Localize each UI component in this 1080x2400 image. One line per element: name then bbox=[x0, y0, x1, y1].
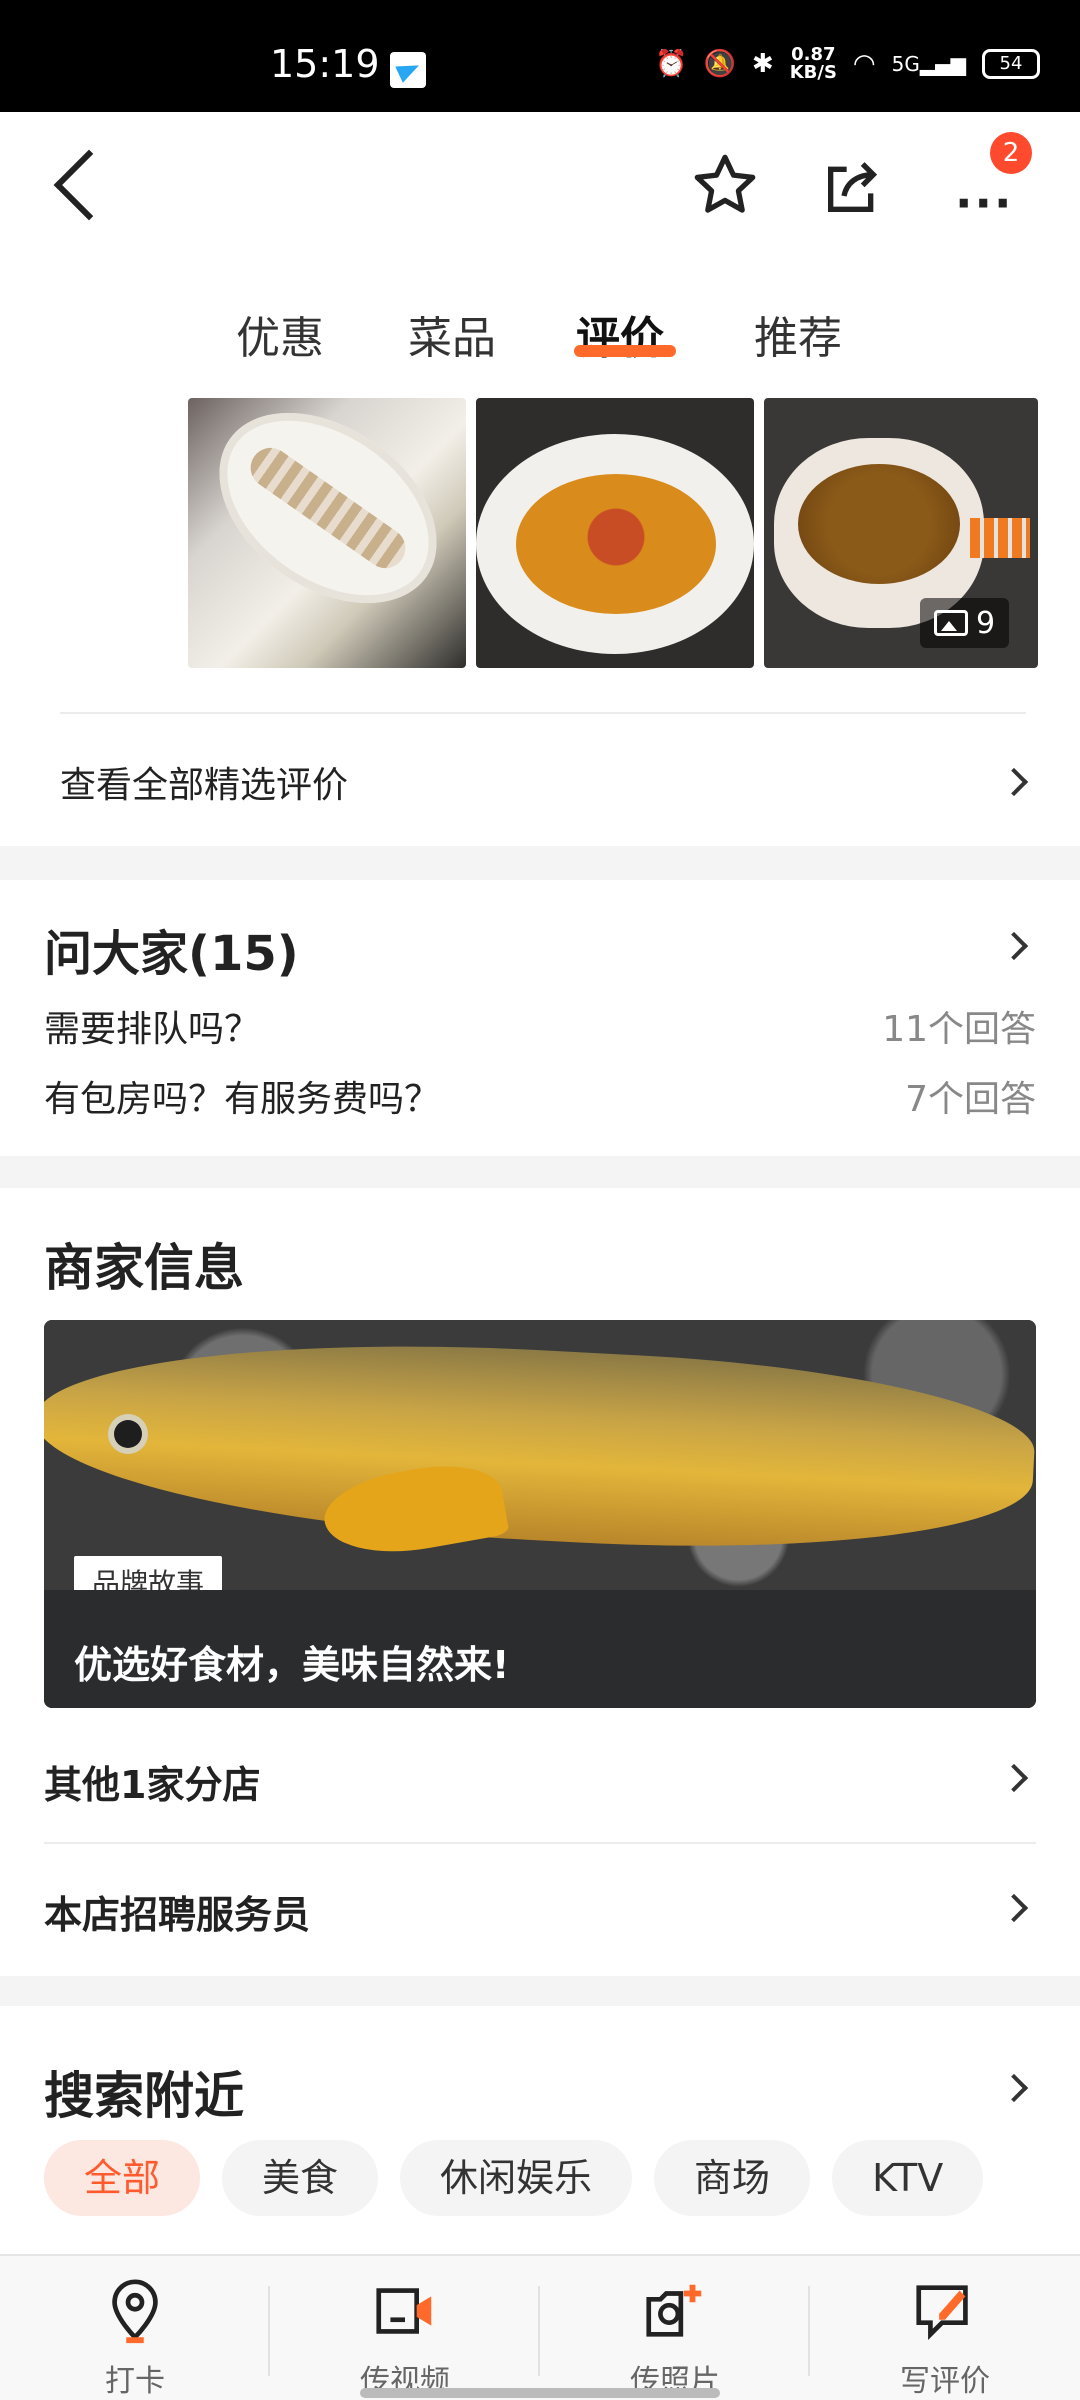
answer-count[interactable]: 7个回答 bbox=[905, 1070, 1036, 1122]
location-pin-icon bbox=[112, 2279, 158, 2344]
chevron-right-icon[interactable] bbox=[999, 767, 1029, 797]
bluetooth-icon: ✱ bbox=[751, 49, 774, 79]
write-review-icon bbox=[916, 2285, 968, 2340]
review-photo[interactable] bbox=[476, 398, 754, 668]
nearby-title: 搜索附近 bbox=[44, 2067, 244, 2125]
merchant-section: 商家信息 品牌故事 优选好食材，美味自然来! 其他1家分店 本店招聘服务员 bbox=[0, 1188, 1080, 1976]
video-icon bbox=[376, 2288, 432, 2334]
chip-ktv[interactable]: KTV bbox=[832, 2140, 984, 2216]
nearby-section: 搜索附近 全部 美食 休闲娱乐 商场 KTV bbox=[0, 2006, 1080, 2256]
home-indicator[interactable] bbox=[360, 2388, 720, 2398]
question-text[interactable]: 有包房吗？有服务费吗？ bbox=[44, 1070, 440, 1122]
network-speed: 0.87 KB/S bbox=[790, 46, 837, 82]
chevron-right-icon[interactable] bbox=[999, 1763, 1029, 1793]
status-bar: 15:19 ⏰ 🔕 ✱ 0.87 KB/S ◠ 5G▂▄▆ 54 bbox=[0, 0, 1080, 112]
chip-mall[interactable]: 商场 bbox=[654, 2140, 811, 2216]
tab-discount[interactable]: 优惠 bbox=[236, 302, 324, 366]
question-text[interactable]: 需要排队吗？ bbox=[44, 1000, 260, 1052]
review-section: 9 查看全部精选评价 bbox=[0, 394, 1080, 846]
photo-dish bbox=[476, 434, 754, 654]
fish-image bbox=[44, 1323, 1036, 1567]
status-icons: ⏰ 🔕 ✱ 0.87 KB/S ◠ 5G▂▄▆ 54 bbox=[655, 46, 1040, 82]
chip-food[interactable]: 美食 bbox=[222, 2140, 379, 2216]
ask-title[interactable]: 问大家(15) bbox=[44, 914, 299, 984]
upload-video-button[interactable]: 传视频 bbox=[270, 2276, 540, 2400]
checkin-button[interactable]: 打卡 bbox=[0, 2276, 270, 2400]
top-nav: ··· 2 bbox=[0, 112, 1080, 262]
photo-count-badge[interactable]: 9 bbox=[920, 598, 1010, 648]
divider bbox=[44, 1842, 1036, 1844]
alarm-icon: ⏰ bbox=[655, 49, 688, 79]
chevron-right-icon[interactable] bbox=[999, 1893, 1029, 1923]
network-type: 5G bbox=[891, 52, 920, 76]
photo-garnish bbox=[970, 518, 1030, 558]
brand-story-banner[interactable]: 品牌故事 优选好食材，美味自然来! bbox=[44, 1320, 1036, 1708]
category-chips: 全部 美食 休闲娱乐 商场 KTV bbox=[44, 2140, 984, 2216]
section-tabs: 优惠 菜品 评价 推荐 bbox=[0, 262, 1080, 394]
more-icon[interactable]: ··· bbox=[955, 176, 1013, 230]
status-time: 15:19 bbox=[270, 42, 380, 86]
active-tab-indicator bbox=[574, 345, 676, 357]
banner-image bbox=[44, 1320, 1036, 1590]
ask-section: 问大家(15) 需要排队吗？ 11个回答 有包房吗？有服务费吗？ 7个回答 bbox=[0, 880, 1080, 1156]
share-icon[interactable] bbox=[820, 156, 884, 220]
fish-eye bbox=[114, 1420, 142, 1448]
mute-icon: 🔕 bbox=[703, 49, 736, 79]
chip-leisure[interactable]: 休闲娱乐 bbox=[400, 2140, 633, 2216]
image-icon bbox=[934, 610, 968, 636]
photo-dish bbox=[188, 398, 466, 643]
merchant-title: 商家信息 bbox=[44, 1239, 244, 1297]
signal-icon: 5G▂▄▆ bbox=[891, 52, 966, 76]
chevron-right-icon[interactable] bbox=[999, 931, 1029, 961]
chip-all[interactable]: 全部 bbox=[44, 2140, 201, 2216]
chevron-right-icon[interactable] bbox=[999, 2073, 1029, 2103]
write-review-label: 写评价 bbox=[900, 2364, 990, 2399]
checkin-label: 打卡 bbox=[105, 2364, 165, 2399]
bottom-action-bar: 打卡 传视频 传照片 写评价 bbox=[0, 2254, 1080, 2400]
wifi-icon: ◠ bbox=[852, 49, 876, 79]
notification-badge: 2 bbox=[990, 132, 1032, 174]
battery-icon: 54 bbox=[982, 49, 1040, 79]
tab-dishes[interactable]: 菜品 bbox=[408, 302, 496, 366]
answer-count[interactable]: 11个回答 bbox=[882, 1000, 1036, 1052]
back-icon[interactable] bbox=[53, 149, 125, 221]
telegram-icon bbox=[390, 52, 426, 88]
upload-photo-button[interactable]: 传照片 bbox=[540, 2276, 810, 2400]
write-review-button[interactable]: 写评价 bbox=[810, 2276, 1080, 2400]
tab-recommend[interactable]: 推荐 bbox=[754, 302, 842, 366]
star-icon[interactable] bbox=[690, 150, 760, 220]
hiring-link[interactable]: 本店招聘服务员 bbox=[44, 1884, 310, 1939]
photo-count: 9 bbox=[976, 605, 996, 641]
camera-icon bbox=[646, 2284, 702, 2337]
banner-caption: 优选好食材，美味自然来! bbox=[44, 1590, 1036, 1708]
other-branches-link[interactable]: 其他1家分店 bbox=[44, 1754, 260, 1809]
speed-unit: KB/S bbox=[789, 62, 837, 83]
all-reviews-link[interactable]: 查看全部精选评价 bbox=[60, 756, 348, 808]
divider bbox=[60, 712, 1026, 714]
review-photo[interactable] bbox=[188, 398, 466, 668]
